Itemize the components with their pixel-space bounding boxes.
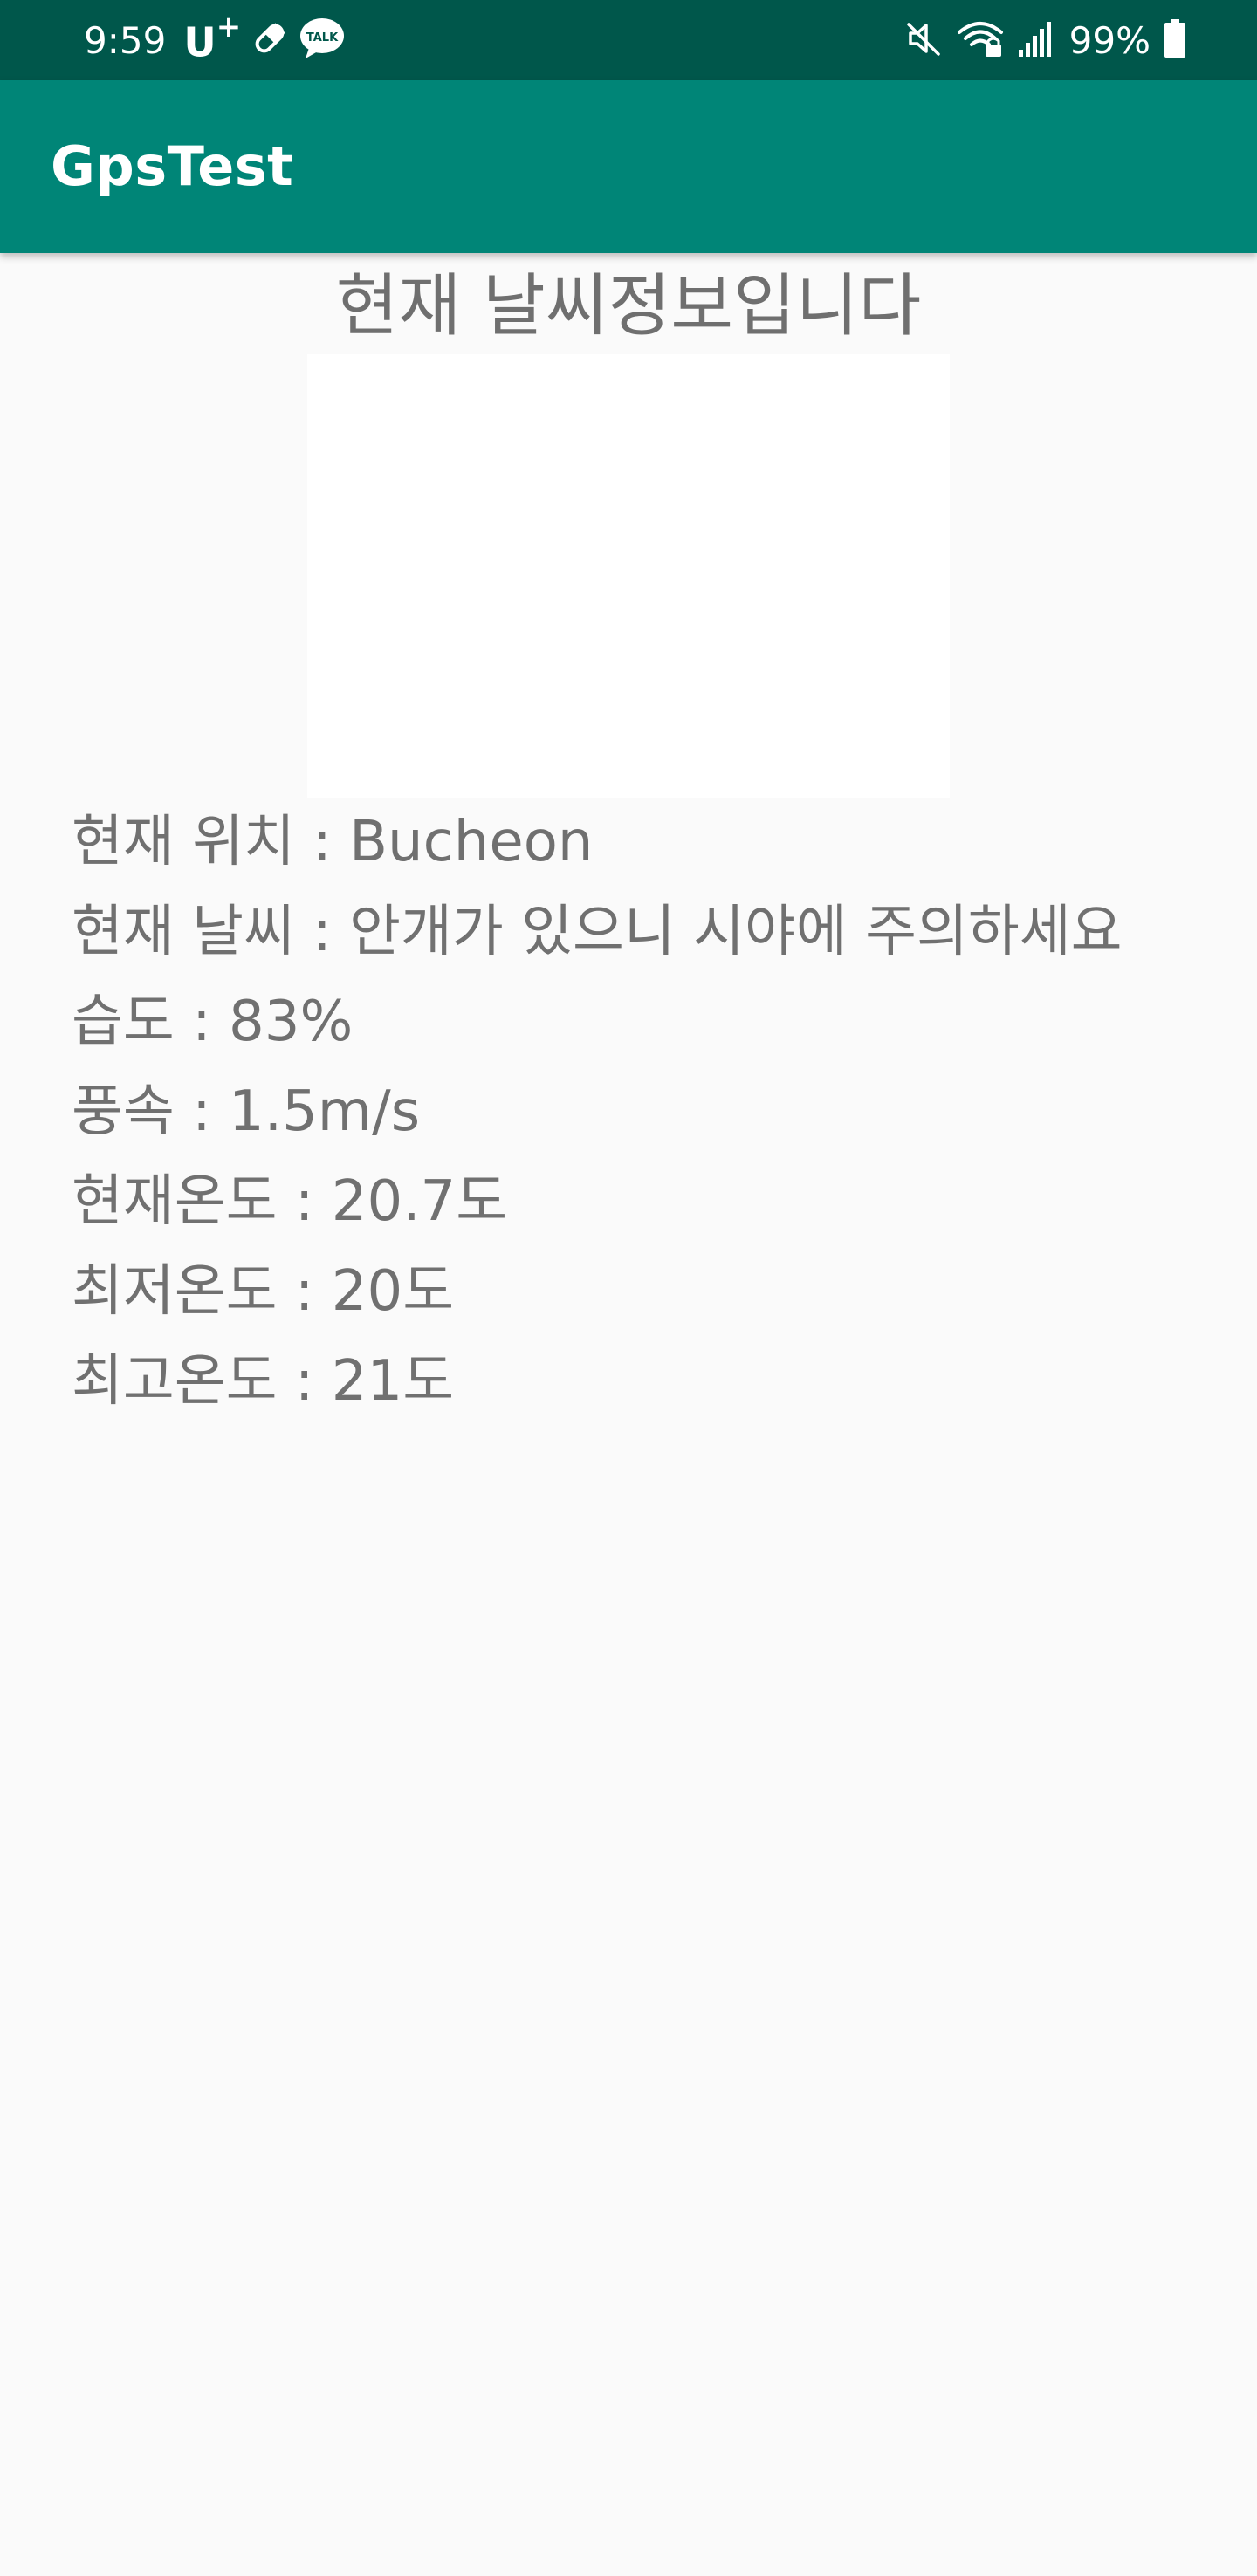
page-title: 현재 날씨정보입니다: [335, 267, 922, 346]
app-bar: GpsTest: [0, 80, 1257, 253]
weather-description-text: 현재 날씨 : 안개가 있으니 시야에 주의하세요: [72, 900, 1123, 964]
max-temp-text: 최고온도 : 21도: [72, 1349, 455, 1414]
location-text: 현재 위치 : Bucheon: [72, 810, 594, 874]
status-left: 9:59 U+ TALK: [84, 0, 346, 80]
battery-percent: 99%: [1068, 18, 1151, 62]
fog-icon: [411, 441, 800, 739]
signal-icon: [1017, 18, 1057, 62]
talk-bubble-icon: TALK: [299, 17, 346, 64]
weather-image: [307, 354, 950, 798]
svg-text:TALK: TALK: [306, 31, 339, 45]
carrier-label: U+: [183, 10, 241, 66]
app-title: GpsTest: [51, 134, 294, 198]
weather-info-list: 현재 위치 : Bucheon 현재 날씨 : 안개가 있으니 시야에 주의하세…: [72, 798, 1224, 1427]
status-bar: 9:59 U+ TALK 99%: [0, 0, 1257, 80]
pill-icon: [250, 18, 290, 62]
min-temp-text: 최저온도 : 20도: [72, 1259, 455, 1324]
mute-icon: [905, 19, 944, 61]
wifi-lock-icon: [956, 18, 1005, 62]
humidity-text: 습도 : 83%: [72, 990, 354, 1054]
current-temp-text: 현재온도 : 20.7도: [72, 1169, 508, 1234]
status-time: 9:59: [84, 18, 167, 62]
status-right: 99%: [905, 0, 1187, 80]
carrier-text: U: [183, 18, 216, 66]
wind-speed-text: 풍속 : 1.5m/s: [72, 1079, 421, 1144]
battery-icon: [1163, 17, 1187, 63]
carrier-plus: +: [216, 9, 242, 45]
